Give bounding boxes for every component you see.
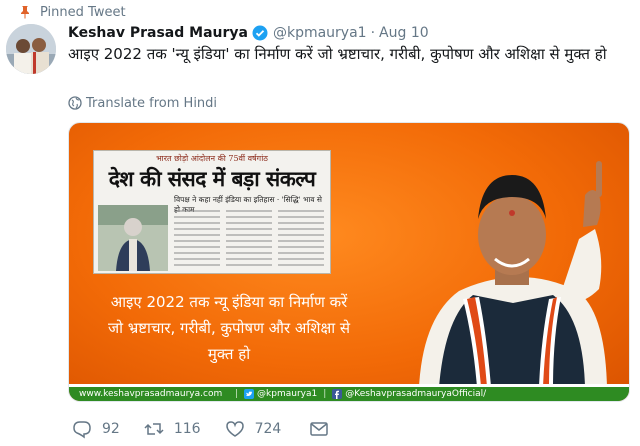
pinned-label: Pinned Tweet	[40, 4, 126, 20]
banner-separator: |	[323, 389, 327, 399]
facebook-icon	[332, 389, 343, 399]
envelope-icon	[310, 422, 329, 436]
banner-facebook-handle: @KeshavprasadmauryaOfficial/	[345, 389, 487, 399]
banner-footer: www.keshavprasadmaurya.com | @kpmaurya1 …	[69, 384, 629, 401]
banner-twitter: @kpmaurya1	[244, 389, 317, 399]
reply-icon	[73, 421, 91, 439]
author-handle[interactable]: @kpmaurya1	[273, 25, 367, 41]
avatar[interactable]	[6, 24, 56, 74]
banner-website: www.keshavprasadmaurya.com	[79, 389, 223, 399]
verified-badge-icon	[252, 25, 268, 41]
banner-slogan: आइए 2022 तक न्यू इंडिया का निर्माण करें …	[79, 289, 379, 367]
leader-portrait	[419, 161, 607, 387]
banner-facebook: @KeshavprasadmauryaOfficial/	[332, 389, 486, 399]
tweet-date[interactable]: Aug 10	[379, 25, 429, 41]
like-count: 724	[254, 421, 282, 437]
author-name[interactable]: Keshav Prasad Maurya	[68, 25, 248, 41]
pin-icon	[21, 6, 29, 19]
clipping-kicker: भारत छोड़ो आंदोलन की 75वीं वर्षगांठ	[156, 154, 268, 163]
retweet-button[interactable]: 116	[144, 419, 201, 439]
avatar-image	[6, 24, 56, 74]
reply-button[interactable]: 92	[72, 419, 120, 439]
banner-twitter-handle: @kpmaurya1	[257, 389, 318, 399]
pinned-indicator: Pinned Tweet	[21, 4, 126, 20]
tweet-actions: 92 116 724	[72, 418, 363, 440]
tweet-text: आइए 2022 तक 'न्यू इंडिया' का निर्माण करे…	[68, 45, 607, 63]
direct-message-button[interactable]	[309, 419, 339, 439]
banner-separator: |	[235, 389, 239, 399]
slogan-line: आइए 2022 तक न्यू इंडिया का निर्माण करें	[110, 293, 348, 311]
clipping-photo	[98, 205, 168, 271]
tweet-media-image[interactable]: भारत छोड़ो आंदोलन की 75वीं वर्षगांठ देश …	[68, 122, 630, 402]
twitter-icon	[244, 389, 255, 399]
like-button[interactable]: 724	[225, 419, 282, 439]
header-separator: ·	[370, 25, 376, 41]
slogan-line: मुक्त हो	[207, 345, 251, 363]
newspaper-clipping: भारत छोड़ो आंदोलन की 75वीं वर्षगांठ देश …	[93, 150, 331, 274]
clipping-text-columns	[174, 210, 324, 266]
translate-link[interactable]: Translate from Hindi	[68, 94, 217, 112]
retweet-icon	[144, 423, 164, 435]
globe-icon	[68, 96, 82, 110]
slogan-line: जो भ्रष्टाचार, गरीबी, कुपोषण और अशिक्षा …	[107, 319, 351, 337]
clipping-headline: देश की संसद में बड़ा संकल्प	[108, 166, 316, 191]
heart-icon	[225, 421, 244, 437]
tweet-header: Keshav Prasad Maurya @kpmaurya1 · Aug 10	[68, 24, 429, 42]
retweet-count: 116	[173, 421, 201, 437]
translate-label: Translate from Hindi	[86, 95, 218, 111]
reply-count: 92	[102, 421, 120, 437]
